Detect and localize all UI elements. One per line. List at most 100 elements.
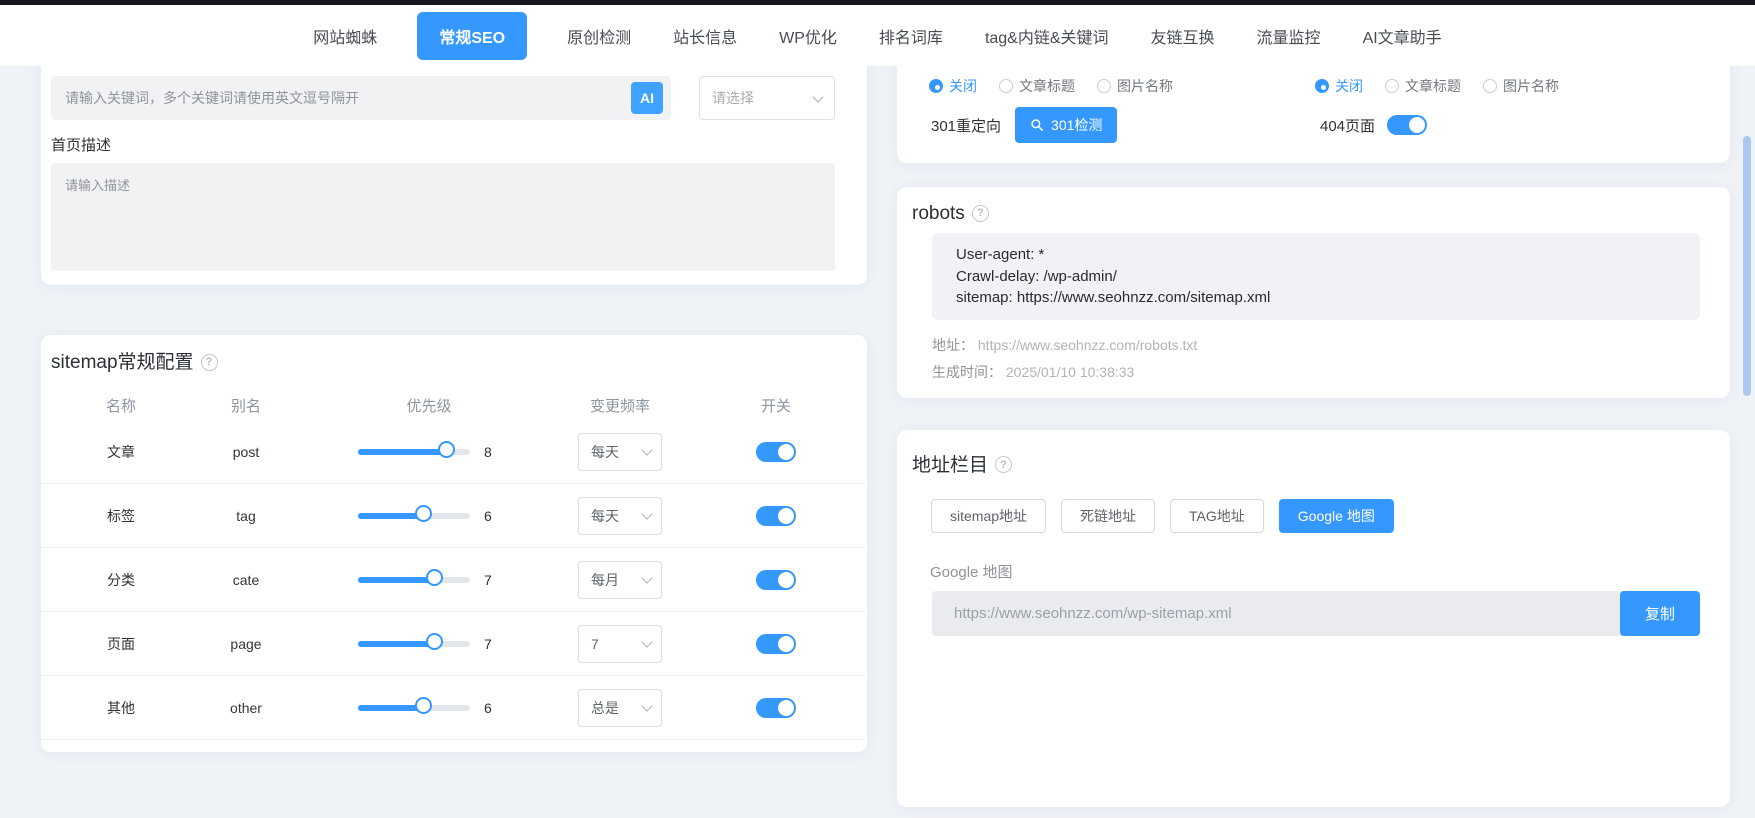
check-301-label: 301检测 (1051, 117, 1103, 133)
search-icon (1031, 119, 1044, 132)
priority-value: 6 (484, 699, 492, 716)
copy-button[interactable]: 复制 (1620, 590, 1700, 636)
sitemap-url-button[interactable]: sitemap地址 (931, 498, 1047, 533)
table-row: 分类 cate 7 每月 (41, 548, 867, 612)
row-switch-toggle[interactable] (756, 633, 796, 654)
radio-image-name[interactable]: 图片名称 (1483, 76, 1559, 96)
radio-article-title[interactable]: 文章标题 (999, 76, 1075, 96)
row-alias: tag (236, 507, 256, 524)
keywords-select-value: 请选择 (712, 90, 754, 106)
sitemap-config-title: sitemap常规配置? (41, 347, 867, 374)
home-description-textarea[interactable] (51, 163, 835, 271)
keywords-select[interactable]: 请选择 (699, 76, 835, 120)
frequency-select[interactable]: 7 (578, 624, 662, 663)
row-name: 分类 (107, 571, 135, 588)
frequency-select[interactable]: 每天 (578, 432, 662, 471)
row-switch-toggle[interactable] (756, 697, 796, 718)
ai-generate-button[interactable]: AI (631, 82, 663, 114)
radio-label: 关闭 (949, 78, 977, 94)
redirect-301-label: 301重定向 (931, 117, 1002, 135)
sitemap-table: 名称 别名 优先级 变更频率 开关 文章 post 8 每天 标签 tag 6 … (41, 390, 867, 740)
col-switch: 开关 (760, 397, 791, 415)
table-row: 页面 page 7 7 (41, 612, 867, 676)
help-icon[interactable]: ? (995, 456, 1013, 473)
radio-image-name[interactable]: 图片名称 (1097, 76, 1173, 96)
google-map-button[interactable]: Google 地图 (1278, 498, 1394, 533)
address-title: 地址栏目? (912, 450, 1700, 477)
alt-radio-group-left: 关闭 文章标题 图片名称 (929, 76, 1173, 96)
priority-slider[interactable] (358, 568, 470, 586)
row-name: 其他 (107, 699, 135, 716)
priority-slider[interactable] (358, 440, 470, 458)
robots-title: robots? (912, 203, 1700, 225)
slider-handle[interactable] (415, 504, 433, 522)
radio-icon (1315, 79, 1329, 93)
address-card: 地址栏目? sitemap地址 死链地址 TAG地址 Google 地图 Goo… (897, 429, 1730, 807)
priority-slider[interactable] (358, 632, 470, 650)
priority-value: 7 (484, 571, 492, 588)
table-row: 文章 post 8 每天 (41, 420, 867, 484)
slider-handle[interactable] (426, 568, 444, 586)
frequency-value: 总是 (591, 699, 619, 716)
tab-tag-links[interactable]: tag&内链&关键词 (983, 18, 1111, 54)
col-alias: 别名 (230, 397, 261, 415)
row-name: 标签 (107, 507, 135, 524)
tab-friend-links[interactable]: 友链互换 (1149, 18, 1217, 54)
chevron-down-icon (641, 508, 653, 520)
tab-originality[interactable]: 原创检测 (565, 18, 633, 54)
tab-traffic[interactable]: 流量监控 (1255, 18, 1323, 54)
home-description-label: 首页描述 (51, 137, 112, 154)
row-name: 文章 (107, 443, 135, 460)
radio-article-title[interactable]: 文章标题 (1385, 76, 1461, 96)
radio-close[interactable]: 关闭 (1315, 76, 1363, 96)
tab-wp-optimize[interactable]: WP优化 (777, 18, 839, 54)
chevron-down-icon (641, 636, 653, 648)
row-switch-toggle[interactable] (756, 569, 796, 590)
tab-general-seo[interactable]: 常规SEO (417, 11, 528, 60)
col-frequency: 变更频率 (589, 397, 650, 415)
help-icon[interactable]: ? (971, 204, 989, 222)
tab-ai-writer[interactable]: AI文章助手 (1361, 18, 1444, 54)
address-title-text: 地址栏目 (912, 454, 989, 476)
robots-line: sitemap: https://www.seohnzz.com/sitemap… (956, 289, 1271, 306)
slider-handle[interactable] (426, 632, 444, 650)
page-404-toggle[interactable] (1387, 115, 1428, 135)
slider-handle[interactable] (437, 440, 455, 458)
row-alias: post (232, 443, 260, 460)
col-priority: 优先级 (406, 397, 452, 415)
tab-webmaster[interactable]: 站长信息 (671, 18, 739, 54)
frequency-value: 每天 (591, 443, 619, 460)
tag-url-button[interactable]: TAG地址 (1170, 498, 1264, 533)
main-content: AI 请选择 首页描述 sitemap常规配置? 名称 别名 优先级 (0, 66, 1755, 818)
radio-icon (1097, 79, 1111, 93)
dead-link-button[interactable]: 死链地址 (1061, 498, 1156, 533)
keywords-input[interactable] (65, 90, 619, 106)
priority-slider[interactable] (358, 696, 470, 714)
radio-close[interactable]: 关闭 (929, 76, 977, 96)
slider-handle[interactable] (415, 696, 433, 714)
robots-generated-label: 生成时间： (932, 363, 1002, 380)
help-icon[interactable]: ? (200, 353, 218, 371)
robots-address-label: 地址： (932, 336, 974, 353)
page-404-label: 404页面 (1320, 117, 1376, 135)
tab-spider[interactable]: 网站蜘蛛 (311, 18, 379, 54)
sitemap-config-title-text: sitemap常规配置 (51, 352, 194, 373)
radio-label: 关闭 (1335, 78, 1363, 94)
frequency-select[interactable]: 总是 (578, 688, 662, 727)
row-switch-toggle[interactable] (756, 505, 796, 526)
check-301-button[interactable]: 301检测 (1015, 107, 1118, 143)
row-switch-toggle[interactable] (756, 441, 796, 462)
priority-value: 8 (484, 443, 492, 460)
priority-slider[interactable] (358, 504, 470, 522)
robots-line: Crawl-delay: /wp-admin/ (956, 267, 1117, 285)
priority-value: 7 (484, 635, 492, 652)
redirect-card: 关闭 文章标题 图片名称 关闭 文章标题 图片名称 301重定向 301检测 4… (897, 66, 1730, 163)
table-row: 标签 tag 6 每天 (41, 484, 867, 548)
priority-value: 6 (484, 507, 492, 524)
frequency-select[interactable]: 每月 (578, 560, 662, 599)
home-description-wrap (51, 163, 835, 271)
scrollbar-thumb[interactable] (1743, 136, 1751, 396)
robots-line: User-agent: * (956, 246, 1045, 263)
tab-rank-words[interactable]: 排名词库 (877, 18, 945, 54)
frequency-select[interactable]: 每天 (578, 496, 662, 535)
